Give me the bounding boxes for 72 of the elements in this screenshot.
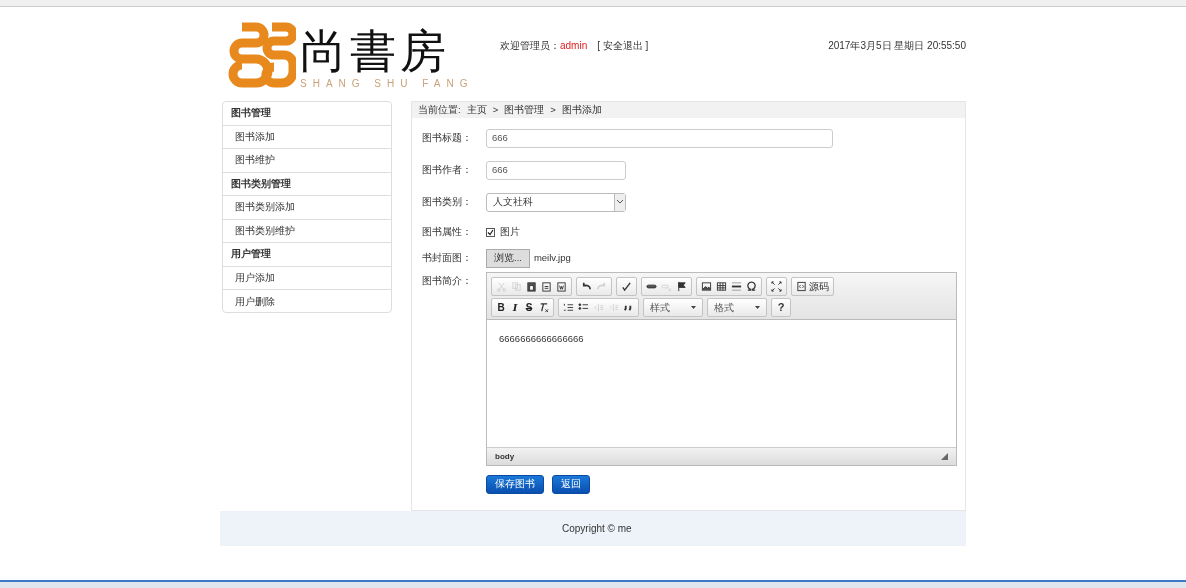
- undo-icon: [581, 281, 592, 292]
- cut-icon: [496, 281, 507, 292]
- browse-button[interactable]: 浏览...: [486, 248, 530, 268]
- spellcheck-icon: [621, 281, 632, 292]
- caret-icon: [755, 306, 760, 309]
- checkbox[interactable]: [486, 227, 495, 237]
- sidebar-group-title: 图书类别管理: [223, 172, 391, 196]
- field-label: 图书标题：: [422, 130, 473, 145]
- element-path: body: [495, 450, 515, 463]
- paste-text-icon: [541, 281, 552, 292]
- source-icon: [796, 281, 807, 292]
- logo-title: 尚書房: [300, 25, 451, 77]
- maximize-icon: [771, 281, 782, 292]
- help-button[interactable]: ?: [774, 299, 788, 316]
- breadcrumb-separator: >: [492, 102, 499, 117]
- checkbox-label: 图片: [500, 224, 520, 239]
- file-name: meilv.jpg: [533, 250, 571, 265]
- field-label: 图书作者：: [422, 162, 473, 177]
- style-dropdown[interactable]: 样式: [646, 299, 700, 316]
- sidebar-item[interactable]: 图书类别添加: [223, 196, 391, 220]
- editor-content: 6666666666666666: [499, 333, 584, 344]
- sidebar-item[interactable]: 用户添加: [223, 266, 391, 290]
- sidebar-item[interactable]: 图书添加: [223, 125, 391, 149]
- source-button[interactable]: 源码: [794, 278, 831, 295]
- title-field[interactable]: 666: [486, 128, 833, 148]
- username: admin: [560, 39, 588, 53]
- breadcrumb-link[interactable]: 图书添加: [561, 102, 602, 118]
- redo-icon: [596, 281, 607, 292]
- copyright-text: Copyright © me: [562, 522, 632, 536]
- unlink-icon: [661, 281, 672, 292]
- category-select[interactable]: 人文社科: [486, 192, 626, 212]
- sidebar-group-title: 图书管理: [223, 102, 391, 126]
- italic-button[interactable]: I: [508, 300, 522, 315]
- sidebar-item[interactable]: 用户删除: [223, 290, 391, 314]
- author-field[interactable]: 666: [486, 160, 626, 180]
- logout-link[interactable]: [ 安全退出 ]: [597, 38, 649, 53]
- table-icon: [716, 281, 727, 292]
- numbered-list-icon: [563, 302, 574, 313]
- bold-button[interactable]: B: [494, 300, 508, 315]
- paste-word-icon: [556, 281, 567, 292]
- breadcrumb-separator: >: [550, 102, 556, 117]
- sidebar-group-title: 用户管理: [223, 243, 391, 267]
- save-button[interactable]: 保存图书: [486, 475, 544, 494]
- datetime: 2017年3月5日 星期日 20:55:50: [828, 39, 966, 53]
- breadcrumb-label: 当前位置:: [418, 102, 461, 117]
- style-dropdown[interactable]: 格式: [710, 299, 764, 316]
- outdent-icon: [593, 302, 604, 313]
- clear-format-icon: [538, 302, 549, 313]
- bullet-list-icon: [578, 302, 589, 313]
- copy-icon: [511, 281, 522, 292]
- image-icon: [701, 281, 712, 292]
- welcome-label: 欢迎管理员：: [500, 39, 560, 53]
- rule-icon: [731, 281, 742, 292]
- field-label: 图书类别：: [422, 194, 473, 209]
- breadcrumb-link[interactable]: 图书管理: [504, 102, 545, 118]
- back-button[interactable]: 返回: [552, 475, 590, 494]
- logo-mark-icon: [228, 21, 296, 91]
- logo-subtitle: SHANG SHU FANG: [300, 77, 474, 91]
- link-icon: [646, 281, 657, 292]
- field-label: 图书属性：: [422, 224, 473, 239]
- breadcrumb-link[interactable]: 主页: [466, 102, 487, 118]
- sidebar-item[interactable]: 图书类别维护: [223, 219, 391, 243]
- caret-icon: [691, 306, 696, 309]
- sidebar-item[interactable]: 图书维护: [223, 149, 391, 173]
- indent-icon: [608, 302, 619, 313]
- paste-icon: [526, 281, 537, 292]
- resize-handle-icon[interactable]: [941, 453, 948, 460]
- strike-button[interactable]: S: [522, 300, 536, 315]
- anchor-icon: [676, 281, 687, 292]
- field-label: 书封面图：: [422, 250, 473, 265]
- field-label: 图书简介：: [422, 274, 473, 288]
- omega-icon: [746, 281, 757, 292]
